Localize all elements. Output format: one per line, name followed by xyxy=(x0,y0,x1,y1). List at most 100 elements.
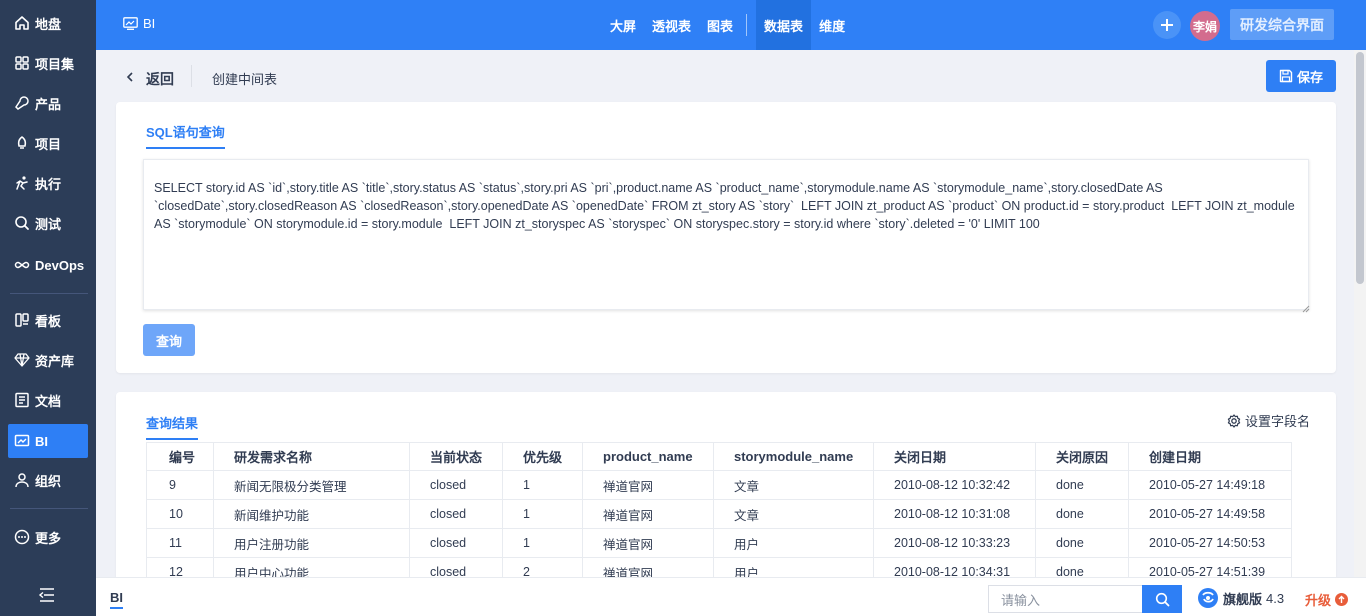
sidebar-item-label: 看板 xyxy=(35,313,62,329)
nav-chart[interactable]: 图表 xyxy=(699,0,741,50)
table-cell: closed xyxy=(409,499,503,529)
plus-icon xyxy=(1161,19,1173,31)
column-header[interactable]: 关闭原因 xyxy=(1035,442,1129,471)
ui-switch-button[interactable]: 研发综合界面 xyxy=(1230,9,1334,40)
column-header[interactable]: product_name xyxy=(582,442,714,471)
diamond-icon xyxy=(14,352,30,368)
back-button[interactable]: 返回 xyxy=(146,69,174,89)
kanban-icon xyxy=(14,312,30,328)
table-cell: 新闻无限极分类管理 xyxy=(213,470,410,500)
sidebar-item-label: 项目 xyxy=(35,136,62,152)
sidebar-item-devops[interactable]: DevOps xyxy=(8,248,88,282)
search-icon xyxy=(1155,592,1169,606)
sidebar-item-project[interactable]: 项目 xyxy=(8,126,88,160)
sidebar-item-kanban[interactable]: 看板 xyxy=(8,303,88,337)
search-button[interactable] xyxy=(1142,585,1182,613)
app-brand[interactable]: BI xyxy=(123,16,155,31)
column-header[interactable]: 编号 xyxy=(146,442,214,471)
sidebar-item-label: 资产库 xyxy=(35,353,75,369)
sidebar-item-product[interactable]: 产品 xyxy=(8,86,88,120)
sidebar: 地盘 项目集 产品 项目 执行 测试 DevOps 看板 资产库 文档 BI 组… xyxy=(0,0,96,616)
query-button[interactable]: 查询 xyxy=(143,324,195,356)
tab-sql-query[interactable]: SQL语句查询 xyxy=(146,122,225,149)
chevron-left-icon[interactable] xyxy=(125,71,135,83)
table-cell: done xyxy=(1035,499,1129,529)
save-button[interactable]: 保存 xyxy=(1266,60,1336,92)
create-plus-button[interactable] xyxy=(1153,11,1181,39)
table-cell: 用户注册功能 xyxy=(213,528,410,558)
column-header[interactable]: storymodule_name xyxy=(713,442,874,471)
save-label: 保存 xyxy=(1296,69,1323,85)
sidebar-item-label: 执行 xyxy=(35,176,62,192)
column-header[interactable]: 关闭日期 xyxy=(873,442,1036,471)
person-icon xyxy=(14,472,30,488)
table-cell: 1 xyxy=(502,470,583,500)
field-name-setting-button[interactable]: 设置字段名 xyxy=(1227,411,1310,430)
resize-grip-icon[interactable] xyxy=(1302,301,1310,313)
sidebar-item-programs[interactable]: 项目集 xyxy=(8,46,88,80)
page-scrollbar-thumb[interactable] xyxy=(1356,52,1364,284)
table-cell: 2010-08-12 10:33:23 xyxy=(873,528,1036,558)
brand-label: BI xyxy=(143,16,156,31)
more-icon xyxy=(14,529,30,545)
sidebar-item-label: BI xyxy=(35,433,48,449)
footer-bar: BI 请输入 旗舰版 4.3 升级 xyxy=(96,577,1366,616)
table-cell: 2010-05-27 14:50:53 xyxy=(1128,528,1292,558)
table-cell: 用户 xyxy=(713,528,874,558)
table-cell: 新闻维护功能 xyxy=(213,499,410,529)
result-table: 编号 研发需求名称 当前状态 优先级 product_name storymod… xyxy=(146,442,1292,587)
grid-icon xyxy=(14,55,30,71)
table-cell: 1 xyxy=(502,528,583,558)
table-row: 9 新闻无限极分类管理 closed 1 禅道官网 文章 2010-08-12 … xyxy=(146,470,1292,500)
table-cell: 2010-08-12 10:32:42 xyxy=(873,470,1036,500)
column-header[interactable]: 研发需求名称 xyxy=(213,442,410,471)
gear-icon xyxy=(1227,413,1241,428)
table-cell: 11 xyxy=(146,528,214,558)
doc-icon xyxy=(14,392,30,408)
nav-divider xyxy=(746,14,748,36)
global-search-input[interactable]: 请输入 xyxy=(988,585,1143,613)
tab-query-result[interactable]: 查询结果 xyxy=(146,413,199,440)
upgrade-button[interactable]: 升级 xyxy=(1305,590,1349,609)
nav-data-table[interactable]: 数据表 xyxy=(756,0,812,50)
footer-breadcrumb[interactable]: BI xyxy=(110,590,123,609)
table-cell: 文章 xyxy=(713,470,874,500)
sidebar-item-assets[interactable]: 资产库 xyxy=(8,343,88,377)
edition-name: 旗舰版 xyxy=(1223,591,1263,607)
column-header[interactable]: 当前状态 xyxy=(409,442,503,471)
table-row: 10 新闻维护功能 closed 1 禅道官网 文章 2010-08-12 10… xyxy=(146,499,1292,529)
nav-pivot-table[interactable]: 透视表 xyxy=(644,0,699,50)
column-header[interactable]: 创建日期 xyxy=(1128,442,1292,471)
table-header-row: 编号 研发需求名称 当前状态 优先级 product_name storymod… xyxy=(146,442,1292,471)
edition-info: 旗舰版 4.3 xyxy=(1197,587,1284,609)
monitor-chart-icon xyxy=(123,17,138,30)
nav-dimension[interactable]: 维度 xyxy=(811,0,853,50)
sidebar-item-label: 组织 xyxy=(35,473,62,489)
sidebar-item-dashboard[interactable]: 地盘 xyxy=(8,6,88,40)
user-avatar[interactable]: 李娟 xyxy=(1190,11,1220,41)
upgrade-label: 升级 xyxy=(1305,593,1332,608)
table-cell: 2010-05-27 14:49:58 xyxy=(1128,499,1292,529)
sidebar-item-bi[interactable]: BI xyxy=(8,424,88,458)
sidebar-item-docs[interactable]: 文档 xyxy=(8,383,88,417)
table-cell: done xyxy=(1035,470,1129,500)
zentao-logo-icon xyxy=(1198,588,1218,608)
sidebar-item-more[interactable]: 更多 xyxy=(8,520,88,554)
page-title: 创建中间表 xyxy=(212,72,278,87)
nav-big-screen[interactable]: 大屏 xyxy=(602,0,644,50)
breadcrumb-divider xyxy=(191,65,192,87)
sidebar-item-org[interactable]: 组织 xyxy=(8,463,88,497)
run-icon xyxy=(14,175,30,191)
sidebar-item-execution[interactable]: 执行 xyxy=(8,166,88,200)
table-cell: 10 xyxy=(146,499,214,529)
column-header[interactable]: 优先级 xyxy=(502,442,583,471)
sidebar-collapse-icon[interactable] xyxy=(38,586,56,604)
sidebar-item-test[interactable]: 测试 xyxy=(8,206,88,240)
sql-query-textarea[interactable]: SELECT story.id AS `id`,story.title AS `… xyxy=(143,159,1309,310)
result-panel: 查询结果 设置字段名 编号 研发需求名称 当前状态 优先级 product_na… xyxy=(116,392,1336,592)
table-cell: 2010-05-27 14:49:18 xyxy=(1128,470,1292,500)
sidebar-item-label: 项目集 xyxy=(35,56,75,72)
table-cell: closed xyxy=(409,470,503,500)
field-setting-label: 设置字段名 xyxy=(1245,414,1311,429)
table-cell: done xyxy=(1035,528,1129,558)
